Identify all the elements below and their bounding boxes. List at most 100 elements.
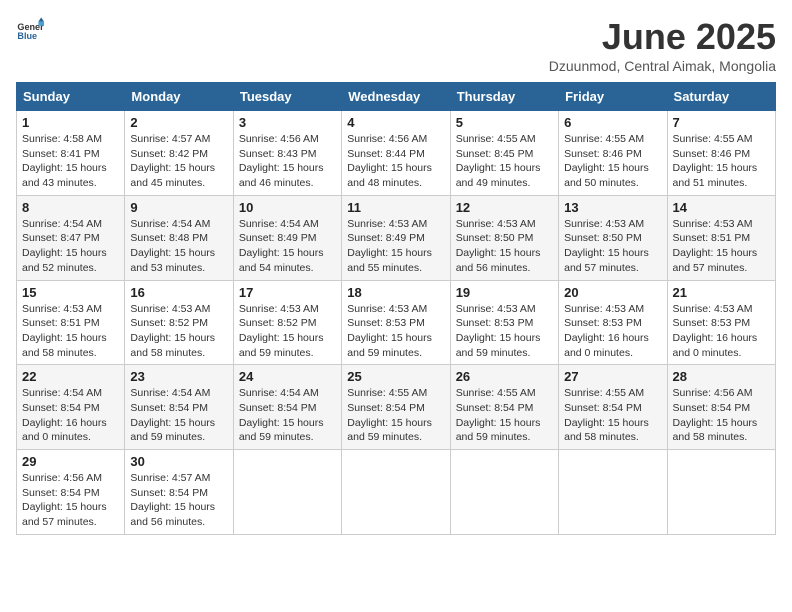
table-row: 22 Sunrise: 4:54 AM Sunset: 8:54 PM Dayl… [17,365,125,450]
day-number: 6 [564,115,661,130]
table-row: 13 Sunrise: 4:53 AM Sunset: 8:50 PM Dayl… [559,195,667,280]
header-row: Sunday Monday Tuesday Wednesday Thursday… [17,83,776,111]
calendar-row: 29 Sunrise: 4:56 AM Sunset: 8:54 PM Dayl… [17,450,776,535]
day-info: Sunrise: 4:56 AM Sunset: 8:54 PM Dayligh… [22,471,119,530]
day-number: 23 [130,369,227,384]
day-info: Sunrise: 4:53 AM Sunset: 8:51 PM Dayligh… [673,217,770,276]
table-row: 23 Sunrise: 4:54 AM Sunset: 8:54 PM Dayl… [125,365,233,450]
table-row [667,450,775,535]
day-info: Sunrise: 4:56 AM Sunset: 8:43 PM Dayligh… [239,132,336,191]
day-info: Sunrise: 4:53 AM Sunset: 8:52 PM Dayligh… [239,302,336,361]
day-number: 4 [347,115,444,130]
logo-icon: General Blue [16,16,44,44]
day-number: 12 [456,200,553,215]
day-number: 15 [22,285,119,300]
table-row: 19 Sunrise: 4:53 AM Sunset: 8:53 PM Dayl… [450,280,558,365]
table-row: 30 Sunrise: 4:57 AM Sunset: 8:54 PM Dayl… [125,450,233,535]
table-row: 2 Sunrise: 4:57 AM Sunset: 8:42 PM Dayli… [125,111,233,196]
table-row [450,450,558,535]
table-row: 8 Sunrise: 4:54 AM Sunset: 8:47 PM Dayli… [17,195,125,280]
day-info: Sunrise: 4:53 AM Sunset: 8:53 PM Dayligh… [456,302,553,361]
day-info: Sunrise: 4:53 AM Sunset: 8:51 PM Dayligh… [22,302,119,361]
day-info: Sunrise: 4:53 AM Sunset: 8:53 PM Dayligh… [564,302,661,361]
day-number: 17 [239,285,336,300]
table-row: 5 Sunrise: 4:55 AM Sunset: 8:45 PM Dayli… [450,111,558,196]
table-row [233,450,341,535]
calendar-row: 8 Sunrise: 4:54 AM Sunset: 8:47 PM Dayli… [17,195,776,280]
table-row: 25 Sunrise: 4:55 AM Sunset: 8:54 PM Dayl… [342,365,450,450]
title-area: June 2025 Dzuunmod, Central Aimak, Mongo… [549,16,776,74]
day-info: Sunrise: 4:53 AM Sunset: 8:50 PM Dayligh… [564,217,661,276]
table-row: 15 Sunrise: 4:53 AM Sunset: 8:51 PM Dayl… [17,280,125,365]
table-row: 16 Sunrise: 4:53 AM Sunset: 8:52 PM Dayl… [125,280,233,365]
day-info: Sunrise: 4:57 AM Sunset: 8:42 PM Dayligh… [130,132,227,191]
calendar-row: 22 Sunrise: 4:54 AM Sunset: 8:54 PM Dayl… [17,365,776,450]
col-saturday: Saturday [667,83,775,111]
logo: General Blue [16,16,44,44]
day-number: 22 [22,369,119,384]
table-row: 10 Sunrise: 4:54 AM Sunset: 8:49 PM Dayl… [233,195,341,280]
day-info: Sunrise: 4:54 AM Sunset: 8:54 PM Dayligh… [130,386,227,445]
col-friday: Friday [559,83,667,111]
calendar-table: Sunday Monday Tuesday Wednesday Thursday… [16,82,776,535]
page-header: General Blue June 2025 Dzuunmod, Central… [16,16,776,74]
day-info: Sunrise: 4:54 AM Sunset: 8:49 PM Dayligh… [239,217,336,276]
day-number: 10 [239,200,336,215]
day-number: 13 [564,200,661,215]
day-number: 2 [130,115,227,130]
table-row: 28 Sunrise: 4:56 AM Sunset: 8:54 PM Dayl… [667,365,775,450]
day-number: 28 [673,369,770,384]
col-wednesday: Wednesday [342,83,450,111]
table-row: 18 Sunrise: 4:53 AM Sunset: 8:53 PM Dayl… [342,280,450,365]
table-row: 6 Sunrise: 4:55 AM Sunset: 8:46 PM Dayli… [559,111,667,196]
col-thursday: Thursday [450,83,558,111]
day-number: 9 [130,200,227,215]
day-number: 19 [456,285,553,300]
day-info: Sunrise: 4:53 AM Sunset: 8:52 PM Dayligh… [130,302,227,361]
calendar-title: June 2025 [549,16,776,58]
day-number: 18 [347,285,444,300]
day-info: Sunrise: 4:56 AM Sunset: 8:54 PM Dayligh… [673,386,770,445]
day-info: Sunrise: 4:53 AM Sunset: 8:50 PM Dayligh… [456,217,553,276]
table-row [559,450,667,535]
col-monday: Monday [125,83,233,111]
calendar-row: 1 Sunrise: 4:58 AM Sunset: 8:41 PM Dayli… [17,111,776,196]
table-row: 14 Sunrise: 4:53 AM Sunset: 8:51 PM Dayl… [667,195,775,280]
day-info: Sunrise: 4:53 AM Sunset: 8:53 PM Dayligh… [347,302,444,361]
day-info: Sunrise: 4:54 AM Sunset: 8:54 PM Dayligh… [239,386,336,445]
day-info: Sunrise: 4:53 AM Sunset: 8:49 PM Dayligh… [347,217,444,276]
table-row: 9 Sunrise: 4:54 AM Sunset: 8:48 PM Dayli… [125,195,233,280]
day-number: 24 [239,369,336,384]
day-info: Sunrise: 4:55 AM Sunset: 8:54 PM Dayligh… [564,386,661,445]
day-number: 8 [22,200,119,215]
day-number: 21 [673,285,770,300]
col-tuesday: Tuesday [233,83,341,111]
day-number: 3 [239,115,336,130]
day-info: Sunrise: 4:55 AM Sunset: 8:54 PM Dayligh… [456,386,553,445]
table-row: 12 Sunrise: 4:53 AM Sunset: 8:50 PM Dayl… [450,195,558,280]
day-info: Sunrise: 4:54 AM Sunset: 8:48 PM Dayligh… [130,217,227,276]
day-info: Sunrise: 4:55 AM Sunset: 8:46 PM Dayligh… [673,132,770,191]
table-row: 24 Sunrise: 4:54 AM Sunset: 8:54 PM Dayl… [233,365,341,450]
day-number: 29 [22,454,119,469]
day-info: Sunrise: 4:55 AM Sunset: 8:45 PM Dayligh… [456,132,553,191]
calendar-row: 15 Sunrise: 4:53 AM Sunset: 8:51 PM Dayl… [17,280,776,365]
table-row: 21 Sunrise: 4:53 AM Sunset: 8:53 PM Dayl… [667,280,775,365]
day-number: 11 [347,200,444,215]
day-number: 7 [673,115,770,130]
day-info: Sunrise: 4:53 AM Sunset: 8:53 PM Dayligh… [673,302,770,361]
table-row: 17 Sunrise: 4:53 AM Sunset: 8:52 PM Dayl… [233,280,341,365]
day-number: 25 [347,369,444,384]
day-number: 30 [130,454,227,469]
day-info: Sunrise: 4:54 AM Sunset: 8:47 PM Dayligh… [22,217,119,276]
table-row: 1 Sunrise: 4:58 AM Sunset: 8:41 PM Dayli… [17,111,125,196]
day-info: Sunrise: 4:55 AM Sunset: 8:54 PM Dayligh… [347,386,444,445]
table-row: 4 Sunrise: 4:56 AM Sunset: 8:44 PM Dayli… [342,111,450,196]
table-row: 29 Sunrise: 4:56 AM Sunset: 8:54 PM Dayl… [17,450,125,535]
day-info: Sunrise: 4:55 AM Sunset: 8:46 PM Dayligh… [564,132,661,191]
table-row: 11 Sunrise: 4:53 AM Sunset: 8:49 PM Dayl… [342,195,450,280]
table-row: 27 Sunrise: 4:55 AM Sunset: 8:54 PM Dayl… [559,365,667,450]
day-info: Sunrise: 4:54 AM Sunset: 8:54 PM Dayligh… [22,386,119,445]
table-row: 7 Sunrise: 4:55 AM Sunset: 8:46 PM Dayli… [667,111,775,196]
day-number: 26 [456,369,553,384]
